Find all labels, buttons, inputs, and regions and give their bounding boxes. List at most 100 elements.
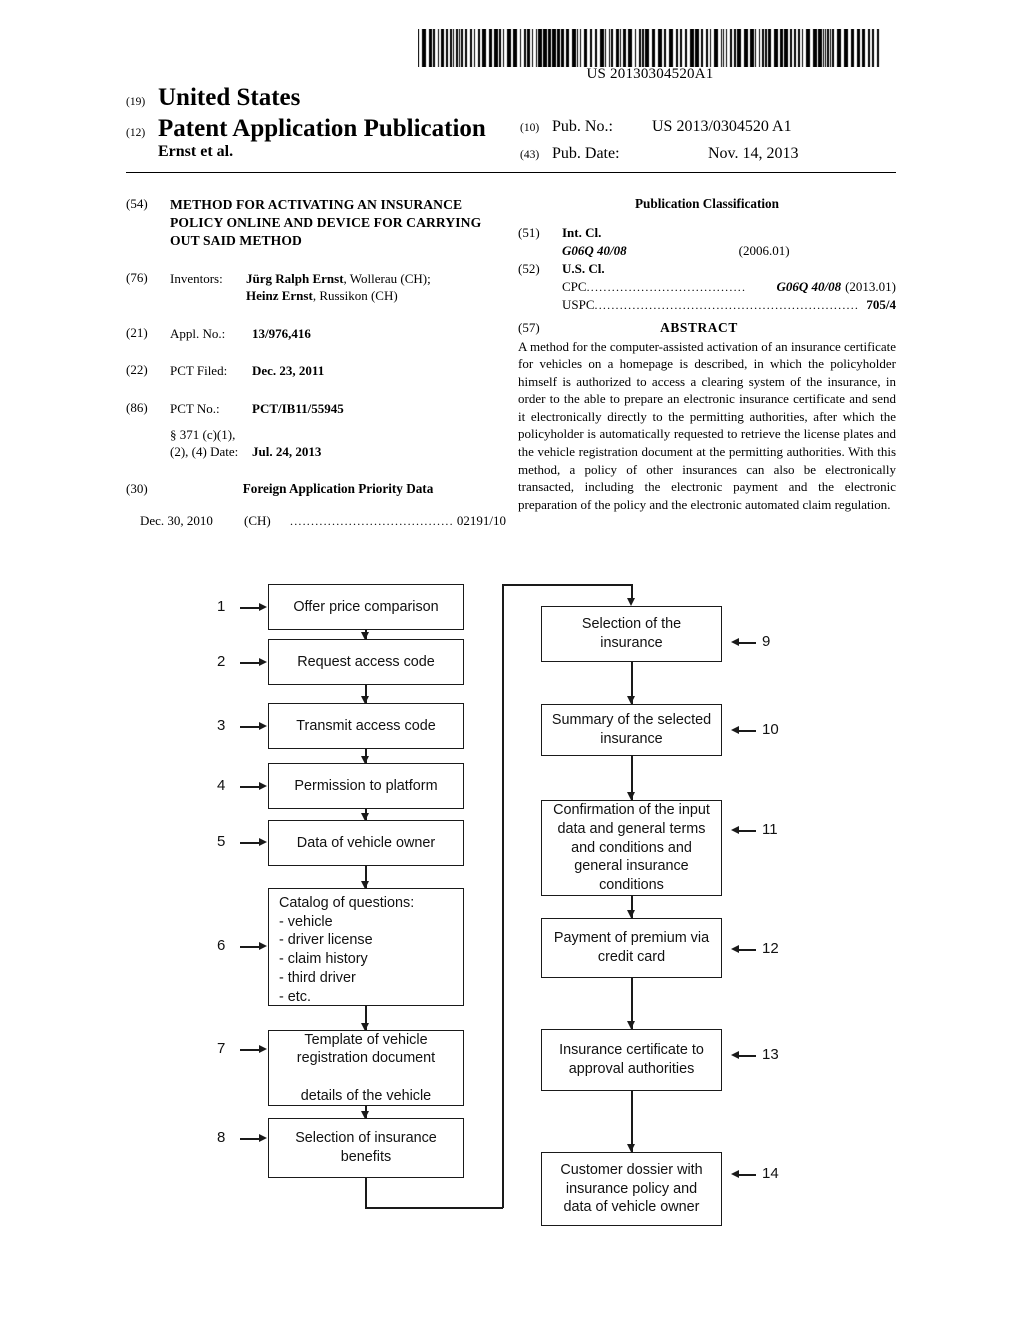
- flow-ref-arrow-head-9: [731, 638, 739, 646]
- flow-connector-2-3: [365, 685, 367, 704]
- appl-no-label: Appl. No.:: [170, 325, 226, 341]
- flow-connector-arrow-5-6: [361, 881, 369, 889]
- inventor-2-location: , Russikon (CH): [312, 288, 398, 304]
- field-pct-no: (86) PCT No.: PCT/IB11/55945 § 371 (c)(1…: [126, 400, 506, 461]
- flow-connector-arrow-3-4: [361, 756, 369, 764]
- flow-ref-arrow-line-1: [240, 607, 260, 609]
- barcode-number: US 20130304520A1: [586, 66, 714, 82]
- biblio-right-column: Publication Classification (51) Int. Cl.…: [518, 196, 896, 513]
- flow-node-11: Confirmation of the input data and gener…: [541, 800, 722, 896]
- flow-node-11-label: Confirmation of the input data and gener…: [553, 802, 710, 894]
- field-us-cl: (52) U.S. Cl. CPC ......................…: [518, 260, 896, 314]
- flow-node-3: Transmit access code: [268, 703, 464, 749]
- inventor-1-name: Jürg Ralph Ernst: [246, 270, 344, 286]
- flow-connector-11-12: [631, 896, 633, 918]
- field-title: (54) METHOD FOR ACTIVATING AN INSURANCE …: [126, 196, 506, 250]
- flow-connector-8-9-seg-down: [365, 1178, 367, 1209]
- priority-entry: Dec. 30, 2010 (CH) .....................…: [126, 513, 506, 529]
- flow-ref-arrow-head-1: [259, 603, 267, 611]
- flow-node-14: Customer dossier with insurance policy a…: [541, 1152, 722, 1226]
- pub-date-value: Nov. 14, 2013: [708, 145, 799, 162]
- pub-no-value: US 2013/0304520 A1: [652, 118, 792, 135]
- field-int-cl: (51) Int. Cl. G06Q 40/08 (2006.01): [518, 224, 896, 260]
- flow-node-4-label: Permission to platform: [294, 777, 438, 794]
- kind-code-43: (43): [520, 149, 540, 161]
- flow-node-8-label: Selection of insurance benefits: [295, 1130, 437, 1165]
- int-cl-value: G06Q 40/08: [562, 242, 627, 258]
- int-cl-date: (2006.01): [738, 242, 790, 258]
- flow-ref-8: 8: [217, 1129, 226, 1146]
- inventor-row-2: Heinz Ernst, Russikon (CH): [170, 287, 506, 305]
- uspc-value: 705/4: [866, 296, 896, 312]
- flow-ref-arrow-head-13: [731, 1051, 739, 1059]
- flow-connector-arrow-2-3: [361, 696, 369, 704]
- flow-connector-arrow-10-11: [627, 792, 635, 800]
- flow-connector-5-6: [365, 866, 367, 889]
- flow-ref-arrow-line-4: [240, 786, 260, 788]
- flow-ref-5: 5: [217, 833, 226, 850]
- flow-connector-12-13: [631, 978, 633, 1029]
- flow-ref-9: 9: [762, 633, 771, 650]
- inventor-2-name: Heinz Ernst: [246, 288, 313, 304]
- field-pct-filed: (22) PCT Filed: Dec. 23, 2011: [126, 362, 506, 380]
- flow-node-2-label: Request access code: [297, 653, 435, 670]
- country-name: United States: [158, 84, 301, 111]
- flow-ref-arrow-line-5: [240, 842, 260, 844]
- priority-dot-leader: ........................................: [290, 513, 453, 528]
- flow-connector-10-11: [631, 756, 633, 800]
- pct-no-row: PCT No.: PCT/IB11/55945: [170, 400, 506, 418]
- flow-ref-arrow-line-9: [738, 642, 756, 644]
- country-row: (19) United States: [126, 84, 896, 111]
- flow-node-6-label: Catalog of questions: - vehicle - driver…: [279, 895, 415, 1005]
- field-code-54: (54): [126, 196, 148, 211]
- flow-connector-8-9-seg-right: [365, 1207, 503, 1209]
- publication-classification-title: Publication Classification: [635, 196, 779, 211]
- flow-ref-arrow-head-8: [259, 1134, 267, 1142]
- pub-date-label: Pub. Date:: [552, 145, 620, 162]
- field-inventors: (76) Inventors: Jürg Ralph Ernst, Woller…: [126, 270, 506, 305]
- flow-node-1: Offer price comparison: [268, 584, 464, 630]
- kind-code-12: (12): [126, 127, 146, 139]
- publication-date-row: (43) Pub. Date: Nov. 14, 2013: [520, 145, 799, 163]
- flow-ref-2: 2: [217, 653, 226, 670]
- flow-ref-13: 13: [762, 1046, 779, 1063]
- flow-ref-arrow-head-11: [731, 826, 739, 834]
- inventor-row-1: Inventors: Jürg Ralph Ernst, Wollerau (C…: [170, 270, 506, 288]
- flow-connector-1-2: [365, 630, 367, 640]
- flow-connector-9-10: [631, 662, 633, 704]
- flow-connector-arrow-9-10: [627, 696, 635, 704]
- flow-node-12: Payment of premium via credit card: [541, 918, 722, 978]
- flow-ref-12: 12: [762, 940, 779, 957]
- flow-connector-6-7: [365, 1006, 367, 1031]
- barcode-canvas: [418, 29, 882, 67]
- pct-no-value: PCT/IB11/55945: [252, 401, 344, 416]
- flow-ref-arrow-line-12: [738, 949, 756, 951]
- inventors-label-spacer: [170, 287, 246, 305]
- flow-node-9-label: Selection of the insurance: [581, 616, 682, 651]
- kind-code-19: (19): [126, 96, 146, 108]
- int-cl-label: Int. Cl.: [562, 225, 602, 240]
- pct-filed-value: Dec. 23, 2011: [252, 363, 325, 379]
- flow-node-12-label: Payment of premium via credit card: [553, 930, 710, 965]
- field-appl-no: (21) Appl. No.: 13/976,416: [126, 325, 506, 343]
- int-cl-entry: G06Q 40/08 (2006.01): [562, 242, 790, 260]
- flow-node-4: Permission to platform: [268, 763, 464, 809]
- flow-ref-arrow-head-4: [259, 782, 267, 790]
- field-code-57: (57): [518, 319, 540, 335]
- uspc-key: USPC: [562, 296, 595, 312]
- cpc-key: CPC: [562, 278, 587, 294]
- field-code-76: (76): [126, 269, 148, 285]
- flow-node-7: Template of vehicle registration documen…: [268, 1030, 464, 1106]
- flow-ref-10: 10: [762, 721, 779, 738]
- flow-connector-arrow-12-13: [627, 1021, 635, 1029]
- flow-ref-arrow-head-5: [259, 838, 267, 846]
- flow-node-8: Selection of insurance benefits: [268, 1118, 464, 1178]
- flow-node-10-label: Summary of the selected insurance: [551, 712, 712, 747]
- flow-node-5: Data of vehicle owner: [268, 820, 464, 866]
- sect371-row-1: § 371 (c)(1),: [170, 426, 506, 444]
- uspc-dot-leader: ........................................…: [594, 297, 860, 312]
- flow-ref-6: 6: [217, 937, 226, 954]
- flow-ref-arrow-head-10: [731, 726, 739, 734]
- flow-ref-arrow-head-3: [259, 722, 267, 730]
- flow-ref-arrow-line-10: [738, 730, 756, 732]
